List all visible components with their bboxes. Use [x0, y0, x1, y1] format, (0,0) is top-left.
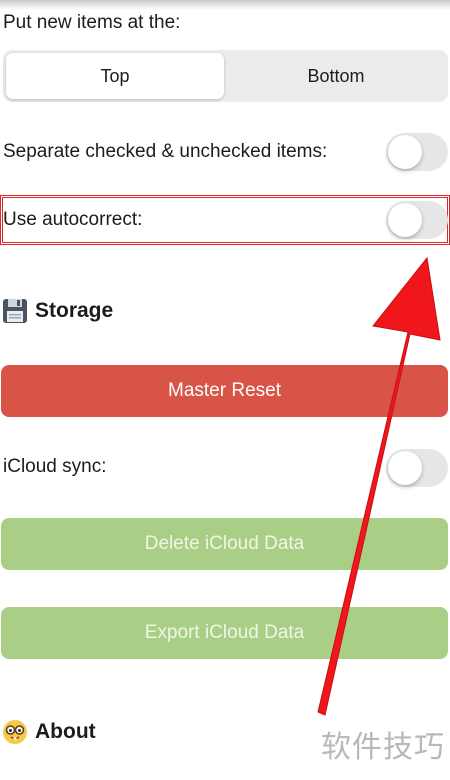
top-shadow: [0, 0, 450, 10]
icloud-sync-label: iCloud sync:: [3, 456, 107, 477]
about-title: About: [35, 720, 96, 743]
new-items-position-control: Top Bottom: [3, 50, 448, 102]
segment-bottom[interactable]: Bottom: [227, 53, 445, 99]
watermark-text: 软件技巧: [321, 730, 445, 765]
floppy-disk-icon: [2, 298, 28, 324]
segment-top[interactable]: Top: [6, 53, 224, 99]
autocorrect-toggle[interactable]: [386, 201, 448, 239]
storage-title: Storage: [35, 299, 114, 322]
toggle-knob: [388, 135, 422, 169]
separate-items-toggle[interactable]: [386, 133, 448, 171]
delete-icloud-data-button[interactable]: Delete iCloud Data: [1, 518, 448, 570]
separate-items-label: Separate checked & unchecked items:: [3, 141, 328, 162]
icloud-sync-toggle[interactable]: [386, 449, 448, 487]
export-icloud-data-button[interactable]: Export iCloud Data: [1, 607, 448, 659]
master-reset-button[interactable]: Master Reset: [1, 365, 448, 417]
toggle-knob: [388, 203, 422, 237]
about-section-header: About: [2, 719, 96, 745]
storage-section-header: Storage: [2, 298, 113, 324]
autocorrect-label: Use autocorrect:: [3, 209, 143, 230]
nerd-face-icon: [2, 719, 28, 745]
new-items-position-label: Put new items at the:: [3, 12, 181, 33]
toggle-knob: [388, 451, 422, 485]
